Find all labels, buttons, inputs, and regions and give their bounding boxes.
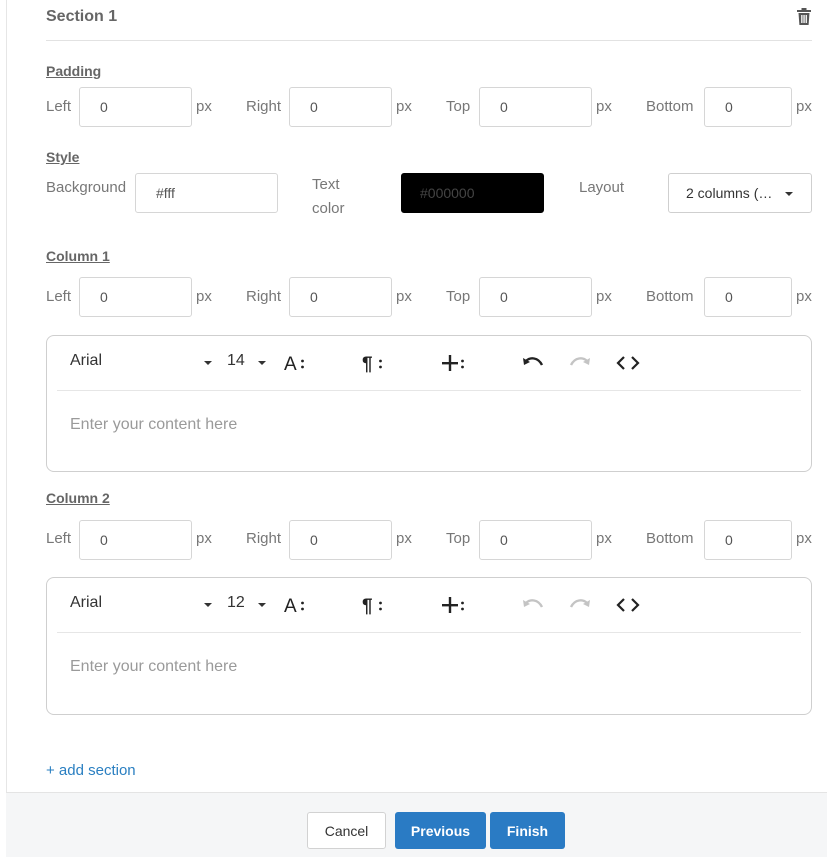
column2-top-input[interactable] [479, 520, 592, 560]
padding-right-unit: px [396, 98, 412, 115]
svg-text:¶: ¶ [362, 596, 373, 616]
column1-editor-toolbar: Arial 14 A ¶ [47, 336, 811, 391]
layout-select[interactable]: 2 columns (… [668, 173, 812, 213]
column1-top-unit: px [596, 288, 612, 305]
column1-top-input[interactable] [479, 277, 592, 317]
toolbar-divider [57, 632, 801, 633]
font-family-select[interactable]: Arial [70, 352, 102, 370]
column2-left-label: Left [46, 530, 72, 547]
background-input[interactable] [135, 173, 278, 213]
column2-bottom-label: Bottom [646, 530, 694, 547]
insert-icon[interactable] [442, 351, 466, 375]
paragraph-icon[interactable]: ¶ [362, 351, 384, 375]
section-title: Section 1 [46, 8, 118, 25]
column2-editor[interactable]: Arial 12 A ¶ Enter your content here [46, 577, 812, 715]
padding-top-input[interactable] [479, 87, 592, 127]
padding-bottom-input[interactable] [704, 87, 792, 127]
finish-button[interactable]: Finish [490, 812, 565, 849]
column2-editor-toolbar: Arial 12 A ¶ [47, 578, 811, 633]
paragraph-icon[interactable]: ¶ [362, 593, 384, 617]
column2-right-input[interactable] [289, 520, 392, 560]
svg-text:A: A [284, 596, 297, 616]
add-section-link[interactable]: + add section [46, 762, 136, 779]
font-size-select[interactable]: 12 [227, 594, 245, 612]
column2-top-unit: px [596, 530, 612, 547]
column1-top-label: Top [446, 288, 471, 305]
text-color-input[interactable] [401, 173, 544, 213]
code-view-icon[interactable] [615, 593, 641, 617]
svg-text:A: A [284, 354, 297, 374]
column1-left-input[interactable] [79, 277, 192, 317]
style-heading: Style [46, 149, 80, 165]
column2-right-unit: px [396, 530, 412, 547]
chevron-down-icon[interactable] [258, 361, 266, 365]
column1-bottom-input[interactable] [704, 277, 792, 317]
font-size-select[interactable]: 14 [227, 352, 245, 370]
left-border [6, 0, 7, 792]
column2-left-unit: px [196, 530, 212, 547]
padding-left-label: Left [46, 98, 72, 115]
font-family-select[interactable]: Arial [70, 594, 102, 612]
column2-content-placeholder[interactable]: Enter your content here [70, 658, 237, 676]
previous-button[interactable]: Previous [395, 812, 486, 849]
column2-bottom-unit: px [796, 530, 812, 547]
column1-bottom-label: Bottom [646, 288, 694, 305]
section-divider [46, 40, 812, 41]
code-view-icon[interactable] [615, 351, 641, 375]
chevron-down-icon[interactable] [258, 603, 266, 607]
cancel-button[interactable]: Cancel [307, 812, 386, 849]
column1-right-input[interactable] [289, 277, 392, 317]
chevron-down-icon[interactable] [204, 361, 212, 365]
layout-select-value: 2 columns (… [686, 185, 773, 201]
text-format-icon[interactable]: A [284, 593, 306, 617]
padding-left-unit: px [196, 98, 212, 115]
insert-icon[interactable] [442, 593, 466, 617]
redo-icon[interactable] [568, 593, 592, 617]
svg-text:¶: ¶ [362, 354, 373, 374]
column1-left-label: Left [46, 288, 72, 305]
padding-left-input[interactable] [79, 87, 192, 127]
footer-bar: Cancel Previous Finish [6, 792, 827, 857]
column1-heading: Column 1 [46, 248, 110, 264]
column1-right-unit: px [396, 288, 412, 305]
column2-heading: Column 2 [46, 490, 110, 506]
column2-right-label: Right [246, 530, 282, 547]
padding-top-unit: px [596, 98, 612, 115]
padding-right-label: Right [246, 98, 282, 115]
text-color-label-line2: color [312, 200, 345, 217]
toolbar-divider [57, 390, 801, 391]
background-label: Background [46, 179, 127, 196]
padding-right-input[interactable] [289, 87, 392, 127]
text-format-icon[interactable]: A [284, 351, 306, 375]
column1-bottom-unit: px [796, 288, 812, 305]
padding-top-label: Top [446, 98, 471, 115]
text-color-label-line1: Text [312, 176, 340, 193]
chevron-down-icon [785, 192, 793, 196]
column1-editor[interactable]: Arial 14 A ¶ Enter your content here [46, 335, 812, 472]
layout-label: Layout [579, 179, 625, 196]
column2-left-input[interactable] [79, 520, 192, 560]
column1-content-placeholder[interactable]: Enter your content here [70, 416, 237, 434]
trash-icon[interactable] [796, 8, 812, 26]
column1-right-label: Right [246, 288, 282, 305]
undo-icon[interactable] [521, 351, 545, 375]
padding-heading: Padding [46, 63, 102, 79]
redo-icon[interactable] [568, 351, 592, 375]
column1-left-unit: px [196, 288, 212, 305]
chevron-down-icon[interactable] [204, 603, 212, 607]
column2-top-label: Top [446, 530, 471, 547]
padding-bottom-label: Bottom [646, 98, 694, 115]
padding-bottom-unit: px [796, 98, 812, 115]
column2-bottom-input[interactable] [704, 520, 792, 560]
undo-icon[interactable] [521, 593, 545, 617]
